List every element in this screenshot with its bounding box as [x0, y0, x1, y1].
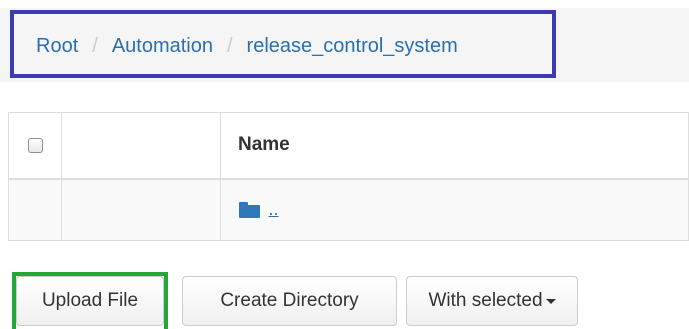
table-row: ..: [8, 178, 689, 241]
breadcrumb: Root / Automation / release_control_syst…: [36, 34, 458, 58]
name-column-header[interactable]: Name: [220, 112, 689, 180]
row-blank-cell: [61, 178, 221, 241]
breadcrumb-separator: /: [92, 35, 98, 57]
blank-header-cell: [61, 112, 221, 180]
row-name-cell: ..: [220, 178, 689, 241]
row-check-cell: [8, 178, 62, 241]
file-browser-page: Root / Automation / release_control_syst…: [0, 0, 689, 329]
create-directory-label: Create Directory: [220, 290, 359, 311]
breadcrumb-item-automation[interactable]: Automation: [112, 34, 213, 58]
caret-down-icon: [545, 298, 556, 304]
breadcrumb-separator: /: [226, 35, 233, 57]
upload-highlight-box: [12, 272, 168, 329]
with-selected-label: With selected: [428, 290, 543, 311]
breadcrumb-item-root[interactable]: Root: [36, 34, 78, 58]
table-header-row: Name: [8, 112, 689, 180]
folder-icon[interactable]: [239, 201, 260, 218]
file-table: Name ..: [8, 112, 689, 241]
parent-directory-link[interactable]: ..: [268, 199, 278, 219]
with-selected-dropdown-button[interactable]: With selected: [406, 276, 578, 326]
select-all-cell: [8, 112, 62, 180]
create-directory-button[interactable]: Create Directory: [182, 276, 397, 326]
select-all-checkbox[interactable]: [27, 137, 43, 153]
breadcrumb-item-release-control-system[interactable]: release_control_system: [247, 34, 458, 58]
